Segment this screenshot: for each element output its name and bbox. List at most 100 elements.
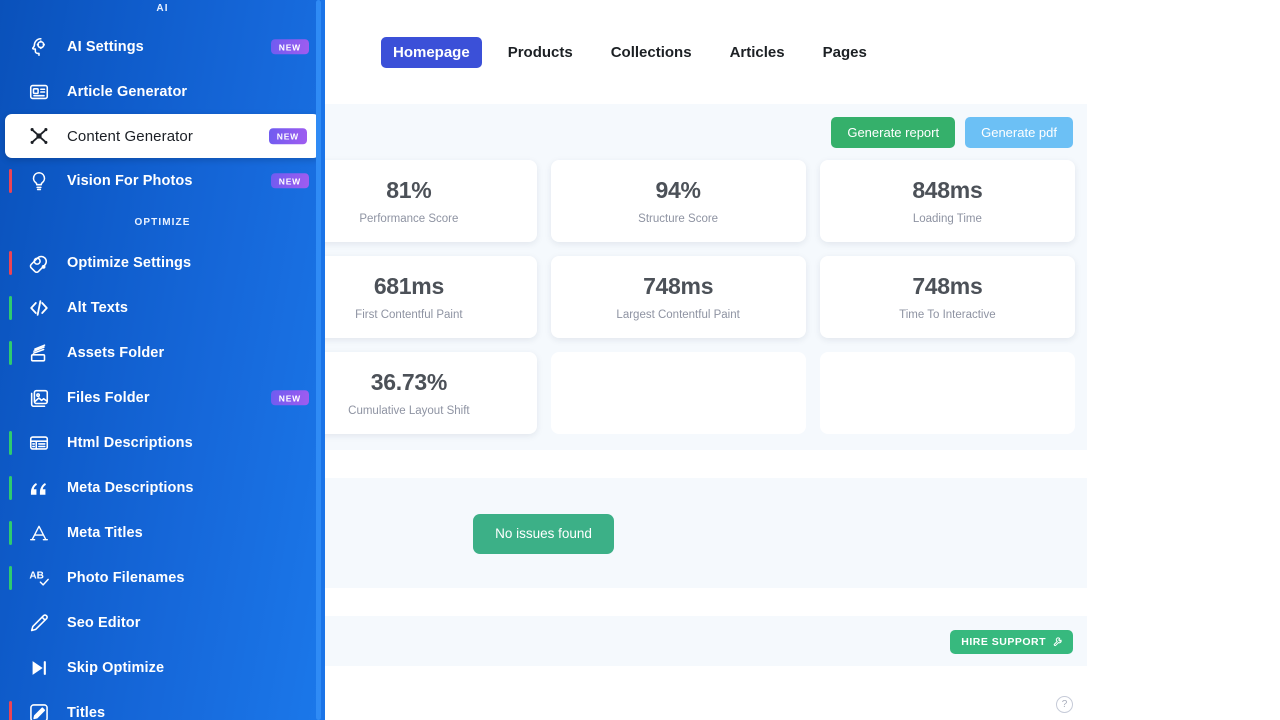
sidebar-section-heading: AI: [156, 3, 169, 14]
sidebar-item-assets-folder[interactable]: Assets Folder: [0, 330, 325, 375]
sidebar-section-heading: OPTIMIZE: [134, 217, 191, 228]
wrench-icon: [1053, 636, 1064, 650]
sidebar-item-accent-bar: [9, 168, 12, 193]
new-badge: NEW: [268, 128, 307, 144]
new-badge: NEW: [270, 38, 309, 55]
metric-label: Performance Score: [359, 213, 459, 225]
sidebar-item-meta-titles[interactable]: Meta Titles: [0, 510, 325, 555]
svg-text:AB: AB: [29, 570, 44, 581]
metric-value: 81%: [386, 177, 432, 203]
metric-card-placeholder: [550, 352, 806, 434]
metric-card: 848ms Loading Time: [819, 160, 1075, 242]
hire-support-label: HIRE SUPPORT: [961, 636, 1046, 648]
ai-brain-gear-icon: [24, 34, 54, 60]
sidebar-scrollbar[interactable]: [316, 0, 321, 720]
gear-tag-icon: [24, 250, 54, 276]
edit-square-icon: [24, 700, 54, 720]
metric-label: First Contentful Paint: [355, 309, 463, 321]
sidebar-edge: [321, 0, 325, 720]
metric-card-placeholder: [819, 352, 1075, 434]
sidebar-item-content-generator[interactable]: Content Generator NEW: [5, 114, 320, 158]
sidebar-item-accent-bar: [9, 386, 12, 410]
sidebar-item-files-folder[interactable]: Files Folder NEW: [0, 375, 325, 420]
tab-articles[interactable]: Articles: [718, 37, 797, 68]
sidebar-item-label: Article Generator: [67, 83, 188, 100]
generate-report-button[interactable]: Generate report: [831, 117, 956, 148]
sidebar-item-accent-bar: [9, 80, 12, 104]
sidebar-item-accent-bar: [9, 35, 12, 59]
metric-card: 748ms Largest Contentful Paint: [550, 256, 806, 338]
tab-collections[interactable]: Collections: [599, 37, 704, 68]
sidebar-item-seo-editor[interactable]: Seo Editor: [0, 600, 325, 645]
sidebar-item-accent-bar: [9, 475, 12, 500]
sidebar-item-titles[interactable]: Titles: [0, 690, 325, 720]
code-brackets-icon: [24, 295, 54, 321]
sidebar-item-label: Files Folder: [67, 389, 150, 406]
metric-value: 36.73%: [370, 369, 448, 395]
sidebar-item-label: AI Settings: [67, 38, 144, 55]
sidebar-item-accent-bar: [9, 700, 12, 720]
sidebar-item-label: Photo Filenames: [67, 569, 185, 586]
metric-card: 94% Structure Score: [550, 160, 806, 242]
sidebar-item-skip-optimize[interactable]: Skip Optimize: [0, 645, 325, 690]
sidebar-item-label: Alt Texts: [67, 299, 129, 316]
metric-label: Loading Time: [912, 213, 982, 225]
tab-homepage[interactable]: Homepage: [381, 36, 482, 68]
article-card-icon: [24, 79, 54, 105]
sidebar-item-accent-bar: [9, 520, 12, 545]
tab-products[interactable]: Products: [496, 37, 585, 68]
sidebar-item-accent-bar: [9, 430, 12, 455]
sidebar-item-accent-bar: [9, 565, 12, 590]
metric-label: Cumulative Layout Shift: [348, 405, 470, 417]
sidebar-item-optimize-settings[interactable]: Optimize Settings: [0, 240, 325, 285]
metric-label: Largest Contentful Paint: [616, 309, 740, 321]
content-node-icon: [24, 123, 54, 149]
ab-check-icon: AB: [24, 565, 54, 591]
new-badge: NEW: [270, 389, 309, 406]
sidebar-item-accent-bar: [9, 656, 12, 680]
sidebar-item-accent-bar: [9, 340, 12, 365]
quote-marks-icon: [24, 475, 54, 501]
metric-value: 848ms: [912, 177, 983, 203]
sidebar-item-label: Vision For Photos: [67, 172, 193, 189]
sidebar-item-ai-settings[interactable]: AI Settings NEW: [0, 24, 325, 69]
sidebar-item-label: Content Generator: [67, 127, 193, 145]
lightbulb-icon: [24, 168, 54, 194]
assets-stack-icon: [24, 340, 54, 366]
sidebar-item-label: Seo Editor: [67, 614, 141, 631]
sidebar-item-accent-bar: [9, 611, 12, 635]
letter-a-icon: [24, 520, 54, 546]
hire-support-button[interactable]: HIRE SUPPORT: [950, 629, 1073, 654]
tab-pages[interactable]: Pages: [811, 37, 879, 68]
metric-value: 94%: [655, 177, 701, 203]
metric-value: 681ms: [373, 273, 444, 299]
sidebar-item-label: Meta Titles: [67, 524, 143, 541]
issues-status-badge: No issues found: [473, 514, 614, 554]
sidebar-item-label: Optimize Settings: [67, 254, 192, 271]
table-list-icon: [24, 430, 54, 456]
metric-value: 748ms: [912, 273, 983, 299]
sidebar-item-alt-texts[interactable]: Alt Texts: [0, 285, 325, 330]
new-badge: NEW: [270, 172, 309, 189]
sidebar-item-label: Html Descriptions: [67, 434, 193, 451]
metric-label: Structure Score: [638, 213, 719, 225]
sidebar: AI AI Settings NEW Article Generator Content…: [0, 0, 325, 720]
sidebar-item-accent-bar: [9, 250, 12, 275]
images-folder-icon: [24, 385, 54, 411]
sidebar-item-label: Skip Optimize: [67, 659, 165, 676]
sidebar-item-accent-bar: [9, 295, 12, 320]
sidebar-item-label: Assets Folder: [67, 344, 165, 361]
sidebar-item-html-descriptions[interactable]: Html Descriptions: [0, 420, 325, 465]
sidebar-item-photo-filenames[interactable]: AB Photo Filenames: [0, 555, 325, 600]
sidebar-item-vision-for-photos[interactable]: Vision For Photos NEW: [0, 158, 325, 203]
metric-value: 748ms: [643, 273, 714, 299]
sidebar-item-article-generator[interactable]: Article Generator: [0, 69, 325, 114]
sidebar-item-meta-descriptions[interactable]: Meta Descriptions: [0, 465, 325, 510]
sidebar-item-accent-bar: [14, 124, 17, 148]
metric-label: Time To Interactive: [899, 309, 996, 321]
app-root: Homepage Products Collections Articles Pages…: [0, 0, 1280, 720]
skip-forward-icon: [24, 655, 54, 681]
generate-pdf-button[interactable]: Generate pdf: [965, 117, 1073, 148]
pencil-icon: [24, 610, 54, 636]
question-mark-icon[interactable]: ?: [1056, 696, 1073, 713]
